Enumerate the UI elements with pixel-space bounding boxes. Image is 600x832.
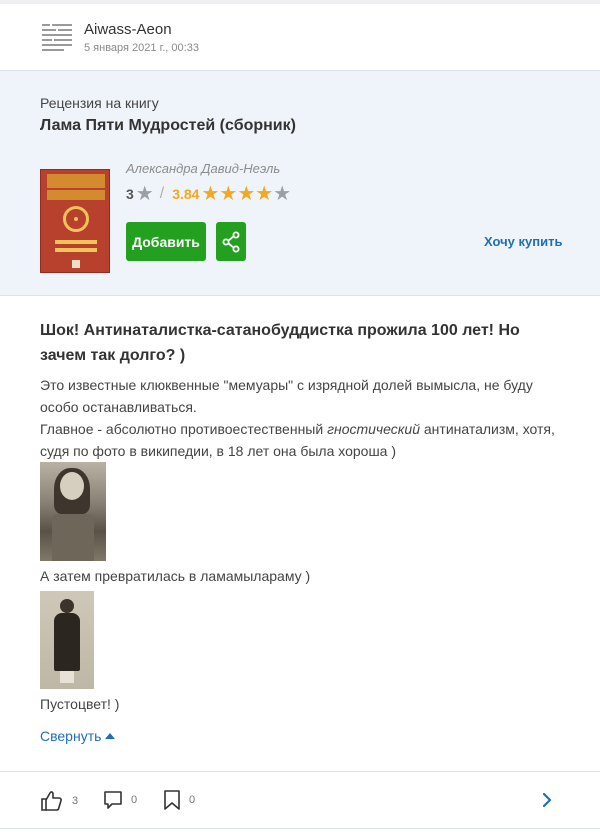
book-card: Рецензия на книгу Лама Пяти Мудростей (с… <box>0 70 600 296</box>
review-title: Шок! Антинаталистка-сатанобуддистка прож… <box>40 322 520 364</box>
bookmark-icon <box>164 790 180 810</box>
rating-separator: / <box>159 185 165 202</box>
review-date: 5 января 2021 г., 00:33 <box>84 41 199 54</box>
star-icon: ★ <box>219 183 238 205</box>
user-info: Aiwass-Aeon 5 января 2021 г., 00:33 <box>84 21 199 54</box>
star-icon: ★ <box>255 183 274 205</box>
rating-row: 3 ★ / 3.84 ★ ★ ★ ★ ★ <box>126 183 291 205</box>
comment-button[interactable]: 0 <box>103 790 137 810</box>
share-button[interactable] <box>216 222 246 261</box>
like-count: 3 <box>72 795 79 807</box>
avatar[interactable] <box>40 20 74 54</box>
add-book-button[interactable]: Добавить <box>126 222 206 261</box>
collapse-link[interactable]: Свернуть <box>40 728 116 744</box>
chevron-right-icon <box>542 793 552 807</box>
want-to-buy-link[interactable]: Хочу купить <box>484 234 562 249</box>
review-caption: Пустоцвет! ) <box>40 696 120 712</box>
user-rating-value: 3 <box>126 186 134 202</box>
average-rating-value: 3.84 <box>172 186 200 202</box>
share-icon <box>222 231 240 252</box>
star-icon: ★ <box>201 183 220 205</box>
user-name[interactable]: Aiwass-Aeon <box>84 21 199 39</box>
star-icon: ★ <box>237 183 256 205</box>
bookmark-button[interactable]: 0 <box>163 790 195 810</box>
book-author[interactable]: Александра Давид-Неэль <box>126 161 280 176</box>
book-cover[interactable] <box>40 169 110 273</box>
review-header: Aiwass-Aeon 5 января 2021 г., 00:33 <box>0 4 600 70</box>
review-photo-old[interactable] <box>40 591 94 689</box>
review-photo-young[interactable] <box>40 462 106 561</box>
like-button[interactable]: 3 <box>40 790 78 812</box>
open-review-button[interactable] <box>540 791 554 809</box>
review-text: Это известные клюквенные "мемуары" с изр… <box>40 374 565 462</box>
comment-count: 0 <box>131 794 138 806</box>
caret-up-icon <box>105 733 116 739</box>
review-of-label: Рецензия на книгу <box>40 95 159 111</box>
thumbs-up-icon <box>41 791 62 811</box>
review-paragraph: Главное - абсолютно противоестественный … <box>40 421 555 459</box>
comment-icon <box>104 791 122 809</box>
review-paragraph: Это известные клюквенные "мемуары" с изр… <box>40 377 533 415</box>
star-icon: ★ <box>273 183 292 205</box>
bookmark-count: 0 <box>189 794 196 806</box>
user-rating-star-icon: ★ <box>135 183 154 205</box>
review-footer: 3 0 0 <box>0 771 600 829</box>
review-caption: А затем превратилась в ламамылараму ) <box>40 568 311 584</box>
book-title[interactable]: Лама Пяти Мудростей (сборник) <box>40 117 296 135</box>
